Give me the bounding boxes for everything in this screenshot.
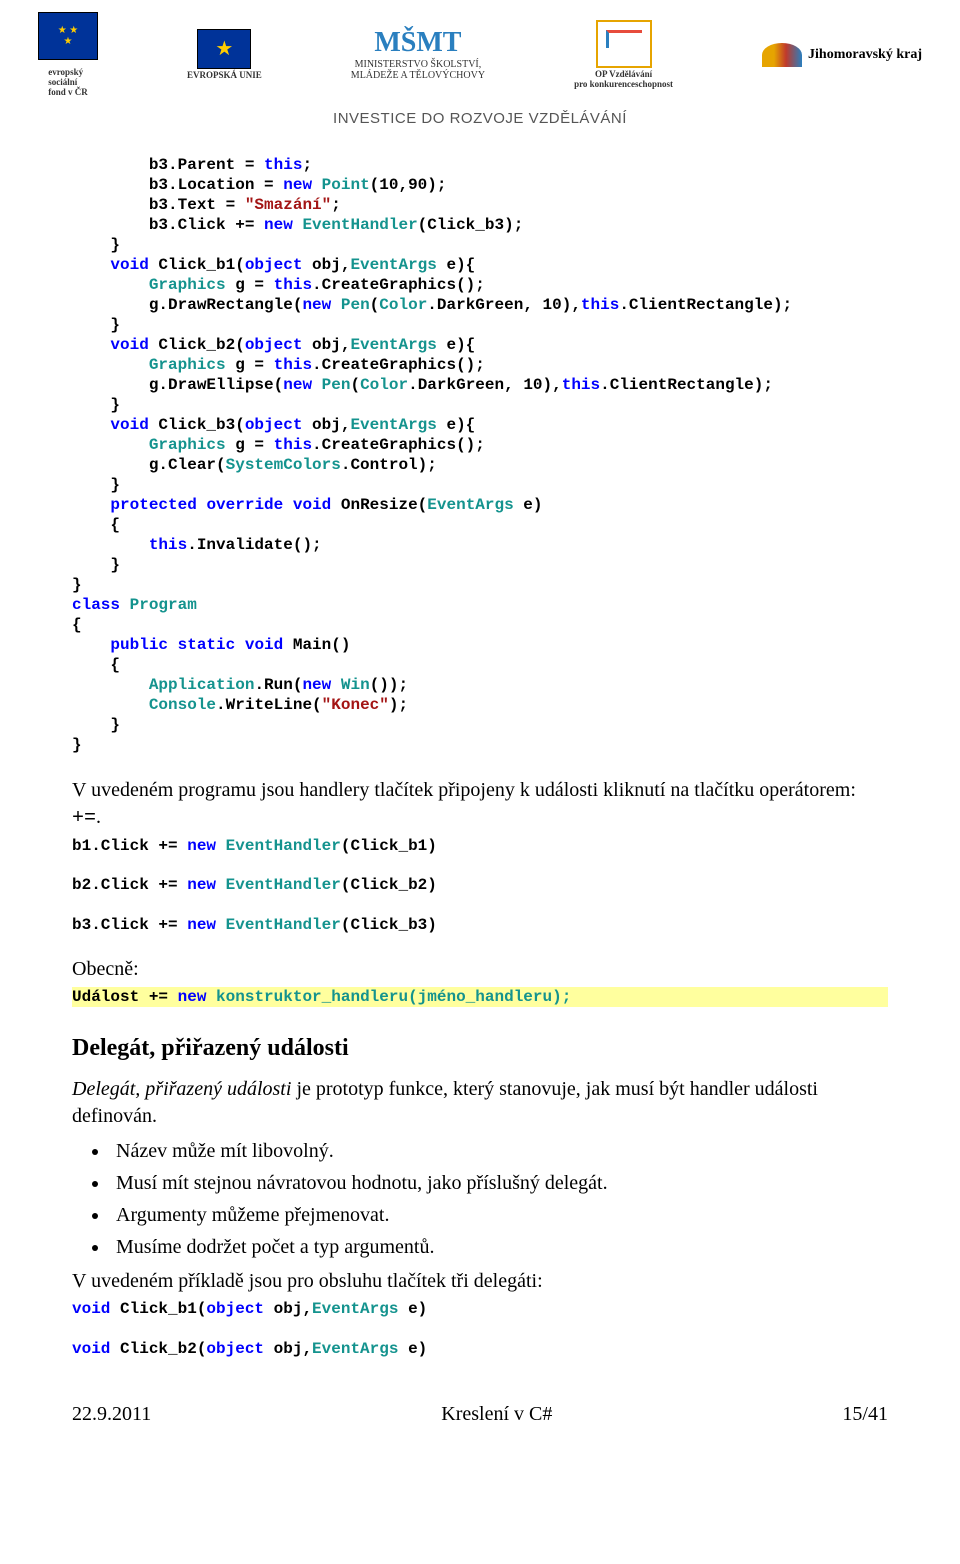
banner-slogan: INVESTICE DO ROZVOJE VZDĚLÁVÁNÍ (18, 110, 942, 127)
section-heading-delegate: Delegát, přiřazený události (72, 1035, 888, 1062)
footer-title: Kreslení v C# (441, 1403, 552, 1426)
sponsor-banner: evropský sociální fond v ČR EVROPSKÁ UNI… (0, 0, 960, 155)
footer-date: 22.9.2011 (72, 1403, 151, 1426)
code-snippet-b2: b2.Click += new EventHandler(Click_b2) (72, 875, 888, 897)
code-block-main: b3.Parent = this; b3.Location = new Poin… (72, 155, 888, 755)
delegate-signature-2: void Click_b2(object obj,EventArgs e) (72, 1339, 888, 1361)
list-item: Argumenty můžeme přejmenovat. (110, 1200, 888, 1230)
jmk-logo: Jihomoravský kraj (762, 43, 922, 67)
label-general: Obecně: (72, 956, 888, 983)
list-item: Název může mít libovolný. (110, 1136, 888, 1166)
list-item: Musí mít stejnou návratovou hodnotu, jak… (110, 1168, 888, 1198)
msmt-logo: MŠMT MINISTERSTVO ŠKOLSTVÍ, MLÁDEŽE A TĚ… (351, 28, 485, 81)
eu-logo: EVROPSKÁ UNIE (187, 29, 262, 81)
delegate-signature-1: void Click_b1(object obj,EventArgs e) (72, 1299, 888, 1321)
code-snippet-b1: b1.Click += new EventHandler(Click_b1) (72, 836, 888, 858)
footer-page-number: 15/41 (842, 1403, 888, 1426)
delegate-rules-list: Název může mít libovolný. Musí mít stejn… (110, 1136, 888, 1262)
esf-logo: evropský sociální fond v ČR (38, 12, 98, 98)
opvk-logo: OP Vzdělávání pro konkurenceschopnost (574, 20, 673, 90)
page-footer: 22.9.2011 Kreslení v C# 15/41 (0, 1385, 960, 1446)
paragraph-handlers: V uvedeném programu jsou handlery tlačít… (72, 777, 888, 832)
code-snippet-b3: b3.Click += new EventHandler(Click_b3) (72, 915, 888, 937)
paragraph-delegates-three: V uvedeném příkladě jsou pro obsluhu tla… (72, 1268, 888, 1295)
paragraph-delegate-intro: Delegát, přiřazený události je prototyp … (72, 1076, 888, 1130)
list-item: Musíme dodržet počet a typ argumentů. (110, 1232, 888, 1262)
syntax-template-highlight: Událost += new konstruktor_handleru(jmén… (72, 987, 888, 1007)
